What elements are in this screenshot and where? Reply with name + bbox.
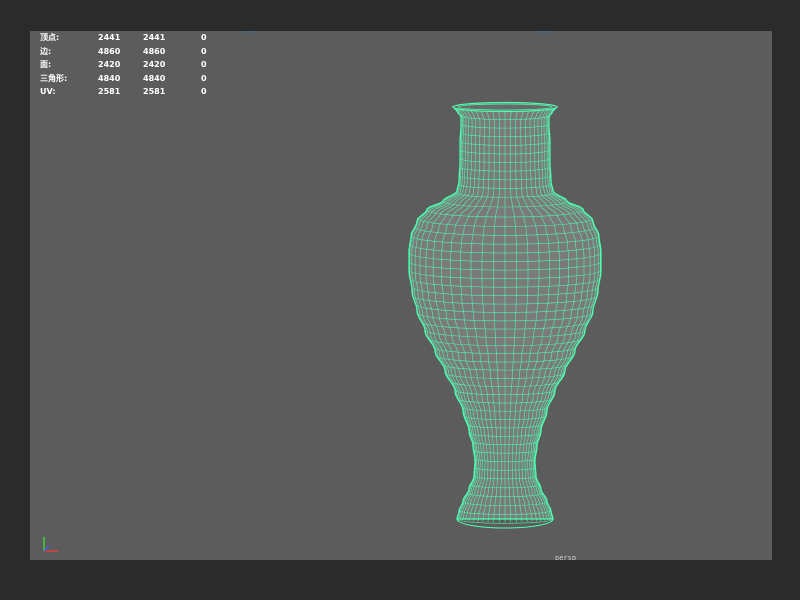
vase-mesh[interactable] — [30, 31, 772, 560]
vase-wireframe[interactable] — [408, 101, 602, 529]
3d-viewport[interactable]: 顶点: 2441 2441 0 边: 4860 4860 0 面: 2420 2… — [30, 31, 772, 560]
camera-label: persp — [555, 554, 577, 560]
application-frame: 顶点: 2441 2441 0 边: 4860 4860 0 面: 2420 2… — [0, 0, 800, 600]
view-axis-icon — [43, 537, 58, 552]
